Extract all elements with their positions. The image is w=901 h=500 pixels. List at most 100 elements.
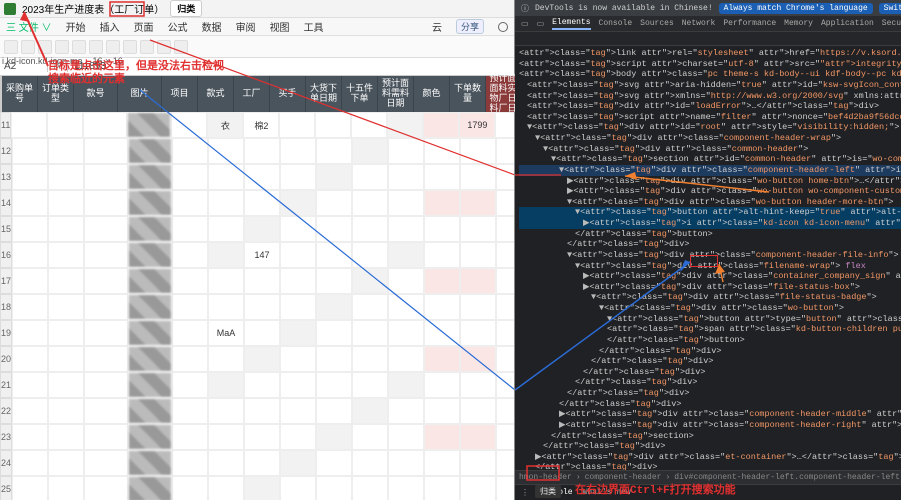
cell[interactable] [495,112,514,138]
dom-line[interactable]: </attr">class="tag">div> [519,377,901,388]
menu-page[interactable]: 页面 [134,19,154,34]
col-header[interactable]: 采购单号 [2,76,38,112]
cell[interactable] [12,268,48,294]
dom-line[interactable]: ▶<attr">class="tag">div attr">class="con… [519,271,901,282]
cell[interactable] [12,476,48,500]
cell[interactable] [424,450,460,476]
row-number[interactable]: 19 [0,320,12,346]
cell[interactable] [208,268,244,294]
banner-btn-match[interactable]: Always match Chrome's language [719,3,873,14]
cell[interactable] [316,138,352,164]
row-number[interactable]: 13 [0,164,12,190]
cell[interactable] [244,190,280,216]
cell[interactable] [460,190,496,216]
cell[interactable] [244,294,280,320]
cell[interactable] [388,268,424,294]
cell[interactable] [128,242,172,268]
cell[interactable] [351,112,387,138]
cell[interactable] [48,138,84,164]
cell[interactable] [48,164,84,190]
cell[interactable] [128,372,172,398]
cell[interactable] [496,268,514,294]
cell[interactable] [496,320,514,346]
cell[interactable] [48,216,84,242]
cell[interactable] [496,476,514,500]
cell[interactable] [388,450,424,476]
col-header[interactable]: 颜色 [414,76,450,112]
row-number[interactable]: 25 [0,476,12,500]
cell[interactable]: 147 [244,242,280,268]
cell[interactable] [496,346,514,372]
cell[interactable] [172,294,208,320]
cell[interactable] [388,242,424,268]
cell[interactable] [208,346,244,372]
table-row[interactable]: 19 MaA [0,320,514,346]
table-row[interactable]: 14 [0,190,514,216]
cell[interactable] [84,398,128,424]
cell[interactable] [48,294,84,320]
cell[interactable]: MaA [208,320,244,346]
cell[interactable] [316,398,352,424]
cell[interactable] [280,294,316,320]
cell[interactable] [83,112,127,138]
cell[interactable] [316,372,352,398]
cell[interactable] [12,346,48,372]
cell[interactable] [496,372,514,398]
dom-line[interactable]: ▶<attr">class="tag">div attr">class="et-… [519,452,901,463]
cell[interactable] [12,450,48,476]
dom-line[interactable]: ▶<attr">class="tag">div attr">class="fil… [519,282,901,293]
menu-insert[interactable]: 插入 [100,19,120,34]
dom-line[interactable]: ▼<attr">class="tag">div attr">class="com… [519,133,901,144]
cell[interactable] [316,346,352,372]
cell[interactable] [424,190,460,216]
dom-line[interactable]: </attr">class="tag">button> [519,229,901,240]
tab-sources[interactable]: Sources [640,19,674,28]
dom-line[interactable]: <attr">class="tag">div attr">id="loadErr… [519,101,901,112]
row-number[interactable]: 22 [0,398,12,424]
tab-application[interactable]: Application [821,19,874,28]
cell[interactable] [423,112,459,138]
cell[interactable] [84,190,128,216]
dom-line[interactable]: ▼<attr">class="tag">section attr">id="co… [519,154,901,165]
cell[interactable] [244,268,280,294]
dom-line[interactable]: </attr">class="tag">button> [519,335,901,346]
dom-line[interactable]: <attr">class="tag">link attr">rel="style… [519,48,901,59]
cell[interactable] [244,372,280,398]
cell[interactable] [388,294,424,320]
dom-line[interactable]: </attr">class="tag">div> [519,441,901,452]
table-row[interactable]: 13 [0,164,514,190]
cell[interactable] [424,138,460,164]
table-row[interactable]: 12 [0,138,514,164]
cell[interactable] [316,268,352,294]
cell[interactable] [316,320,352,346]
row-number[interactable]: 16 [0,242,12,268]
cell[interactable] [12,190,48,216]
cell[interactable] [352,320,388,346]
dom-line[interactable]: ▼<attr">class="tag">button attr">alt-hin… [519,207,901,218]
drawer-toggle-icon[interactable]: ⋮ [521,488,529,498]
cell[interactable] [48,450,84,476]
tab-console[interactable]: Console [599,19,633,28]
cell[interactable] [172,216,208,242]
menu-data[interactable]: 数据 [202,19,222,34]
cell[interactable] [244,476,280,500]
cell[interactable] [352,424,388,450]
cell[interactable] [208,398,244,424]
cell[interactable] [84,450,128,476]
row-number[interactable]: 12 [0,138,12,164]
cell[interactable] [280,476,316,500]
dom-line[interactable]: </attr">class="tag">div> [519,346,901,357]
cell[interactable] [244,320,280,346]
cell[interactable] [424,424,460,450]
menu-view[interactable]: 视图 [270,19,290,34]
cell[interactable] [84,424,128,450]
cell[interactable] [496,424,514,450]
crumb[interactable]: div#component-header-left.component-head… [674,473,900,482]
cell[interactable]: 1799 [459,112,495,138]
row-number[interactable]: 23 [0,424,12,450]
cell[interactable] [352,476,388,500]
cell[interactable] [352,138,388,164]
cell[interactable] [84,164,128,190]
cell[interactable] [11,112,47,138]
cell[interactable] [84,372,128,398]
